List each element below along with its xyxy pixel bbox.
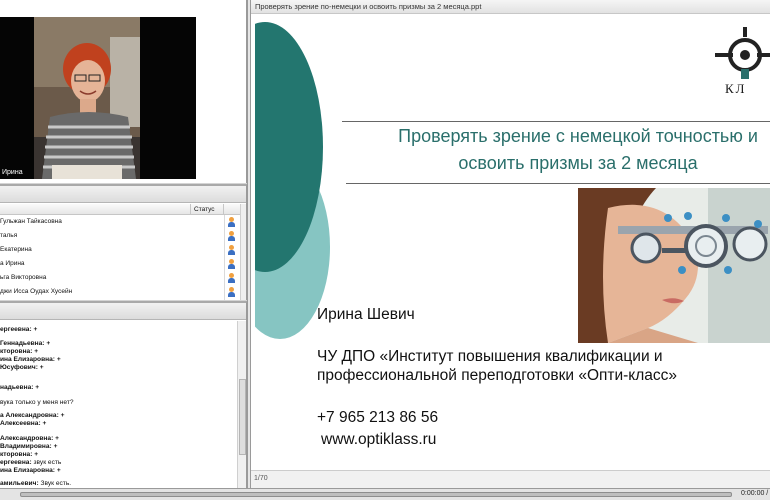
chat-message: Геннадьевна: + — [0, 340, 50, 347]
chat-message: Юсуфович: + — [0, 364, 44, 371]
chat-message: а Александровна: + — [0, 412, 64, 419]
playback-progress-track[interactable] — [20, 492, 732, 497]
raise-hand-icon — [228, 273, 235, 283]
attendees-pod: Статус Гульжан Тайкасовна талья Екатерин… — [0, 184, 247, 300]
chat-message: кторовна: + — [0, 348, 38, 355]
share-document-title: Проверять зрение по-немецки и освоить пр… — [251, 0, 770, 14]
chat-message: Владимировна: + — [0, 443, 57, 450]
slide-decoration — [255, 22, 330, 339]
raise-hand-icon — [228, 245, 235, 255]
eye-exam-photo — [578, 188, 770, 343]
contact-website[interactable]: www.optiklass.ru — [321, 431, 436, 449]
slide-title-line-1: Проверять зрение с немецкой точностью и — [398, 126, 758, 146]
contact-phone: +7 965 213 86 56 — [317, 409, 439, 426]
chat-sender: Юсуфович: + — [0, 364, 44, 371]
chat-sender: амильевич: — [0, 480, 39, 487]
chat-sender: надьевна: + — [0, 384, 40, 391]
attendee-row[interactable]: талья — [0, 229, 240, 243]
chat-text: звук есть — [33, 459, 62, 466]
chat-sender: кторовна: + — [0, 348, 39, 355]
webcam-video[interactable]: Ирина — [0, 17, 196, 179]
attendee-name: а Ирина — [0, 260, 25, 267]
share-pod: Проверять зрение по-немецки и освоить пр… — [251, 0, 770, 488]
attendees-header-row: Статус — [0, 204, 240, 215]
slide-rule-bottom — [346, 183, 770, 184]
organization-line-2: профессиональной переподготовки «Опти-кл… — [317, 367, 678, 384]
chat-text: вука только у меня нет? — [0, 399, 74, 406]
chat-sender: ина Елизаровна: + — [0, 356, 61, 363]
chat-sender: ина Елизаровна: + — [0, 467, 61, 474]
video-pod: Ирина — [0, 0, 247, 183]
status-column-header[interactable]: Статус — [190, 204, 224, 215]
attendee-row[interactable]: джи Исса Оудах Хусейн — [0, 285, 240, 299]
raise-hand-icon — [228, 259, 235, 269]
attendee-row[interactable]: а Ирина — [0, 257, 240, 271]
chat-message: вука только у меня нет? — [0, 399, 74, 406]
slide-rule-top — [342, 121, 770, 122]
attendee-row[interactable]: Екатерина — [0, 243, 240, 257]
attendees-scrollbar[interactable] — [240, 204, 246, 300]
presentation-slide: КЛ Проверять зрение с немецкой точностью… — [255, 17, 770, 467]
attendee-name: джи Исса Оудах Хусейн — [0, 288, 73, 295]
chat-scrollbar-thumb[interactable] — [239, 379, 246, 455]
chat-sender: ергеевна: + — [0, 326, 38, 333]
chat-sender: ергеевна: — [0, 459, 32, 466]
raise-hand-icon — [228, 231, 235, 241]
chat-sender: а Александровна: + — [0, 412, 65, 419]
attendee-name: Екатерина — [0, 246, 32, 253]
attendee-name: талья — [0, 232, 18, 239]
slide-photo — [578, 188, 770, 343]
chat-pod-titlebar[interactable] — [0, 303, 246, 320]
brand-logo — [715, 27, 770, 79]
raise-hand-icon — [228, 287, 235, 297]
playback-bar: 0:00:00 / — [0, 488, 770, 500]
chat-message: кторовна: + — [0, 451, 38, 458]
attendee-name: ьга Викторовна — [0, 274, 47, 281]
playback-time: 0:00:00 / — [741, 490, 769, 497]
chat-message: ергеевна: звук есть — [0, 459, 61, 466]
slide-title-line-2: освоить призмы за 2 месяца — [458, 153, 698, 173]
chat-pod: ергеевна: + Геннадьевна: + кторовна: + и… — [0, 301, 247, 488]
chat-text: Звук есть. — [40, 480, 72, 487]
chat-message: ина Елизаровна: + — [0, 356, 61, 363]
chat-message: ина Елизаровна: + — [0, 467, 61, 474]
chat-message: Александровна: + — [0, 435, 59, 442]
chat-messages: ергеевна: + Геннадьевна: + кторовна: + и… — [0, 323, 236, 488]
attendees-pod-titlebar[interactable] — [0, 186, 246, 203]
chat-message: ергеевна: + — [0, 326, 37, 333]
chat-scrollbar[interactable] — [237, 321, 246, 488]
attendee-name: Гульжан Тайкасовна — [0, 218, 62, 225]
brand-logo-text: КЛ — [725, 81, 747, 96]
page-indicator: 1/70 — [254, 475, 268, 482]
video-participant-name: Ирина — [2, 169, 23, 176]
attendee-row[interactable]: ьга Викторовна — [0, 271, 240, 285]
chat-sender: Геннадьевна: + — [0, 340, 51, 347]
raise-hand-icon — [228, 217, 235, 227]
slide-title: Проверять зрение с немецкой точностью и … — [348, 123, 770, 177]
share-footer: 1/70 — [251, 470, 770, 488]
chat-message: Алексеевна: + — [0, 420, 46, 427]
webcam-frame — [0, 17, 196, 179]
chat-message: надьевна: + — [0, 384, 39, 391]
speaker-name: Ирина Шевич — [317, 306, 415, 323]
organization-line-1: ЧУ ДПО «Институт повышения квалификации … — [317, 348, 663, 365]
chat-sender: Александровна: + — [0, 435, 59, 442]
attendee-row[interactable]: Гульжан Тайкасовна — [0, 215, 240, 229]
chat-sender: Алексеевна: + — [0, 420, 47, 427]
chat-message: амильевич: Звук есть. — [0, 480, 71, 487]
chat-sender: Владимировна: + — [0, 443, 58, 450]
chat-sender: кторовна: + — [0, 451, 39, 458]
